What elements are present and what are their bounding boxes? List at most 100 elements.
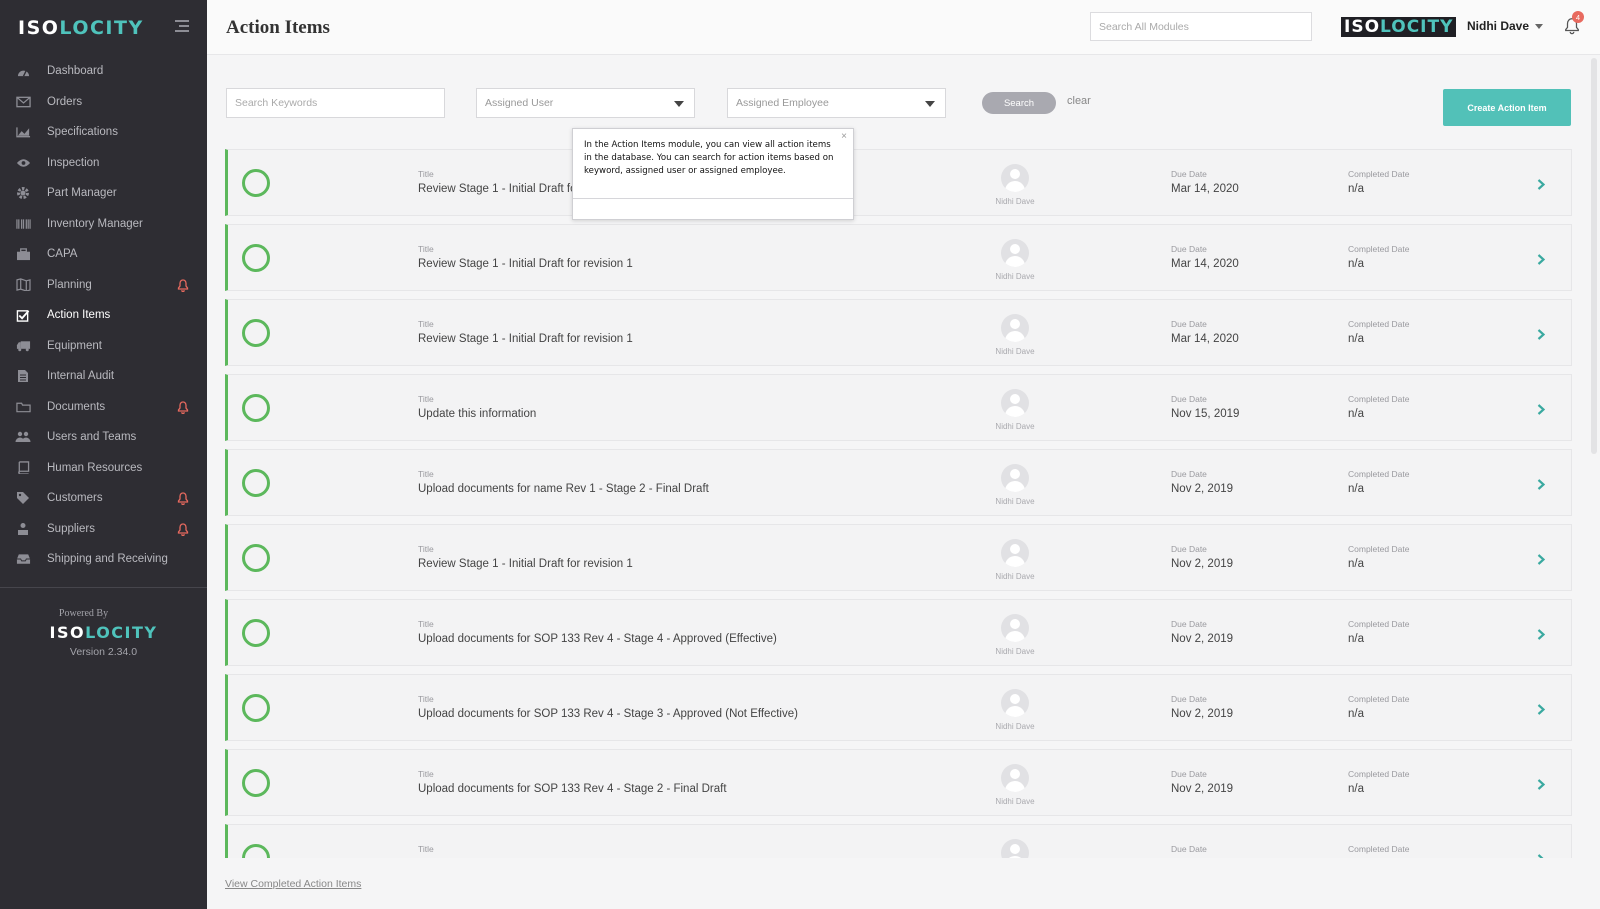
due-date: Mar 14, 2020 xyxy=(1171,333,1239,345)
completed-date-label: Completed Date xyxy=(1348,394,1410,404)
due-date: Mar 14, 2020 xyxy=(1171,258,1239,270)
chevron-right-icon[interactable] xyxy=(1537,552,1546,565)
avatar xyxy=(1001,839,1029,858)
menu-toggle-icon[interactable] xyxy=(175,20,191,32)
action-item-row[interactable]: Title Review Stage 1 - Initial Draft for … xyxy=(225,524,1572,591)
assignee-name: Nidhi Dave xyxy=(995,272,1035,281)
barcode-icon xyxy=(14,217,32,231)
chevron-right-icon[interactable] xyxy=(1537,777,1546,790)
sidebar-item-users-and-teams[interactable]: Users and Teams xyxy=(0,422,207,453)
avatar xyxy=(1001,389,1029,417)
global-search-input[interactable] xyxy=(1090,12,1312,41)
status-circle-icon[interactable] xyxy=(242,844,270,858)
status-circle-icon[interactable] xyxy=(242,319,270,347)
create-action-item-button[interactable]: Create Action Item xyxy=(1443,89,1571,126)
assignee-name: Nidhi Dave xyxy=(995,572,1035,581)
sidebar-item-internal-audit[interactable]: Internal Audit xyxy=(0,361,207,392)
chevron-right-icon[interactable] xyxy=(1537,177,1546,190)
alert-bell-icon[interactable] xyxy=(177,278,189,292)
action-item-row[interactable]: Title Review Stage 1 - Initial Draft for … xyxy=(225,149,1572,216)
tag-icon xyxy=(14,491,32,505)
avatar xyxy=(1001,689,1029,717)
sidebar-item-inspection[interactable]: Inspection xyxy=(0,148,207,179)
action-item-row[interactable]: Title Upload documents for SOP 133 Rev 4 … xyxy=(225,749,1572,816)
alert-bell-icon[interactable] xyxy=(177,522,189,536)
view-completed-link[interactable]: View Completed Action Items xyxy=(225,878,361,890)
sidebar-item-orders[interactable]: Orders xyxy=(0,87,207,118)
sidebar-item-human-resources[interactable]: Human Resources xyxy=(0,453,207,484)
assignee-name: Nidhi Dave xyxy=(995,197,1035,206)
isolocity-logo: ISOLOCITY xyxy=(18,17,144,39)
status-circle-icon[interactable] xyxy=(242,619,270,647)
due-date-label: Due Date xyxy=(1171,769,1207,779)
sidebar-item-planning[interactable]: Planning xyxy=(0,270,207,301)
chevron-right-icon[interactable] xyxy=(1537,402,1546,415)
file-icon xyxy=(14,369,32,383)
action-item-row[interactable]: Title Review Stage 1 - Initial Draft for … xyxy=(225,299,1572,366)
chevron-right-icon[interactable] xyxy=(1537,252,1546,265)
action-item-row[interactable]: Title Update this information Nidhi Dave Du… xyxy=(225,374,1572,441)
sidebar-item-inventory-manager[interactable]: Inventory Manager xyxy=(0,209,207,240)
action-item-row[interactable]: Title Due Date Completed Date xyxy=(225,824,1572,858)
close-icon[interactable]: × xyxy=(841,131,847,142)
status-circle-icon[interactable] xyxy=(242,169,270,197)
truck-icon xyxy=(14,339,32,353)
inbox-icon xyxy=(14,552,32,566)
header-logo: ISOLOCITY xyxy=(1341,17,1457,37)
assignee-name: Nidhi Dave xyxy=(995,422,1035,431)
sidebar-item-part-manager[interactable]: Part Manager xyxy=(0,178,207,209)
status-circle-icon[interactable] xyxy=(242,394,270,422)
due-date: Nov 2, 2019 xyxy=(1171,558,1234,570)
alert-bell-icon[interactable] xyxy=(177,492,189,505)
tooltip-divider xyxy=(573,198,853,199)
alert-bell-icon[interactable] xyxy=(177,400,189,414)
sidebar-item-label: Part Manager xyxy=(47,187,117,200)
due-date: Nov 2, 2019 xyxy=(1171,633,1234,645)
sidebar-item-documents[interactable]: Documents xyxy=(0,392,207,423)
status-circle-icon[interactable] xyxy=(242,544,270,572)
sidebar-item-shipping-and-receiving[interactable]: Shipping and Receiving xyxy=(0,544,207,575)
avatar xyxy=(1001,239,1029,267)
sidebar-logo[interactable]: ISOLOCITY xyxy=(0,0,207,56)
status-circle-icon[interactable] xyxy=(242,769,270,797)
item-title: Review Stage 1 - Initial Draft for revis… xyxy=(418,333,633,345)
chevron-right-icon[interactable] xyxy=(1537,477,1546,490)
sidebar-item-label: Shipping and Receiving xyxy=(47,553,168,566)
status-circle-icon[interactable] xyxy=(242,244,270,272)
due-date: Nov 2, 2019 xyxy=(1171,783,1234,795)
due-date: Mar 14, 2020 xyxy=(1171,183,1239,195)
action-item-row[interactable]: Title Upload documents for name Rev 1 - S… xyxy=(225,449,1572,516)
assigned-employee-select[interactable]: Assigned Employee xyxy=(727,88,946,118)
status-circle-icon[interactable] xyxy=(242,469,270,497)
sidebar-item-suppliers[interactable]: Suppliers xyxy=(0,514,207,545)
sidebar-item-specifications[interactable]: Specifications xyxy=(0,117,207,148)
due-date-label: Due Date xyxy=(1171,469,1207,479)
chevron-right-icon[interactable] xyxy=(1537,852,1545,858)
sidebar-item-action-items[interactable]: Action Items xyxy=(0,300,207,331)
title-label: Title xyxy=(418,619,434,629)
chevron-right-icon[interactable] xyxy=(1537,327,1546,340)
scrollbar[interactable] xyxy=(1591,58,1597,454)
clear-button[interactable]: clear xyxy=(1067,95,1091,107)
user-menu[interactable]: Nidhi Dave xyxy=(1467,19,1544,33)
sidebar-item-equipment[interactable]: Equipment xyxy=(0,331,207,362)
filter-bar: Assigned User Assigned Employee Search c… xyxy=(207,56,1600,146)
search-button[interactable]: Search xyxy=(982,92,1056,114)
chevron-right-icon[interactable] xyxy=(1537,702,1546,715)
action-item-row[interactable]: Title Upload documents for SOP 133 Rev 4 … xyxy=(225,674,1572,741)
sidebar-item-capa[interactable]: CAPA xyxy=(0,239,207,270)
status-circle-icon[interactable] xyxy=(242,694,270,722)
briefcase-icon xyxy=(14,247,32,261)
assigned-user-select[interactable]: Assigned User xyxy=(476,88,695,118)
keyword-search-input[interactable] xyxy=(226,88,445,118)
due-date-label: Due Date xyxy=(1171,394,1207,404)
chevron-right-icon[interactable] xyxy=(1537,627,1546,640)
completed-date-label: Completed Date xyxy=(1348,319,1410,329)
sidebar-item-dashboard[interactable]: Dashboard xyxy=(0,56,207,87)
action-item-row[interactable]: Title Upload documents for SOP 133 Rev 4 … xyxy=(225,599,1572,666)
action-item-row[interactable]: Title Review Stage 1 - Initial Draft for … xyxy=(225,224,1572,291)
notification-badge: 4 xyxy=(1572,11,1584,23)
sidebar-item-customers[interactable]: Customers xyxy=(0,483,207,514)
top-header: Action Items ISOLOCITY Nidhi Dave 4 xyxy=(207,0,1600,55)
item-title: Review Stage 1 - Initial Draft for revis… xyxy=(418,558,633,570)
